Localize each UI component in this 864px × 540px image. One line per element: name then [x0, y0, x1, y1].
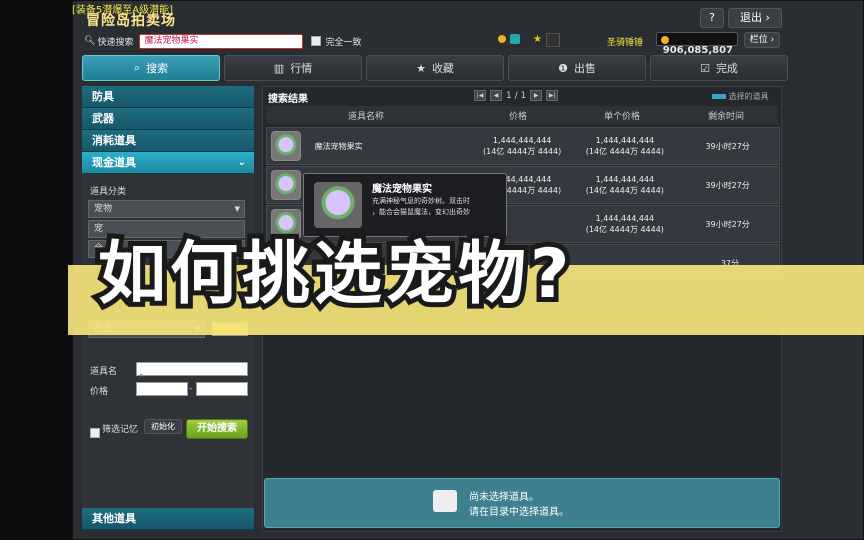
tab-complete[interactable]: ☑ 完成 — [650, 55, 788, 81]
item-category-dropdown[interactable]: 宠物 ▼ — [88, 200, 245, 218]
chart-icon: ▥ — [273, 61, 285, 75]
search-icon: ⌕ — [133, 61, 141, 74]
col-unit-price[interactable]: 单个价格 — [570, 109, 674, 122]
quick-search-label: 快速搜索 — [97, 37, 134, 48]
check-icon: ☑ — [700, 61, 710, 75]
category-consumable[interactable]: 消耗道具 — [82, 130, 254, 152]
main-tabs: ⌕ 搜索 ▥ 行情 ★ 收藏 ❶ 出售 ☑ 完成 — [82, 55, 788, 81]
box-icon — [433, 490, 457, 512]
item-name-label: 道具名 — [90, 367, 118, 377]
search-icon: ⌕ — [139, 371, 144, 380]
empty-line-1: 尚未选择道具。 — [469, 492, 539, 503]
next-page-button[interactable]: ▶ — [530, 90, 543, 101]
coin-icon: ❶ — [558, 61, 568, 75]
start-search-button[interactable]: 开始搜索 — [186, 419, 248, 439]
first-page-button[interactable]: |◀ — [474, 90, 486, 101]
col-time-left[interactable]: 剩余时间 — [674, 109, 778, 122]
table-row[interactable]: 魔法宠物果实 1,444,444,444 (14亿 4444万 4444) 1,4… — [266, 127, 780, 165]
pager: |◀ ◀ 1 / 1 ▶ ▶| — [474, 90, 559, 101]
gold-coin-icon — [498, 35, 506, 43]
quick-search-input[interactable]: 魔法宠物果实 — [139, 33, 304, 49]
category-armor[interactable]: 防具 — [82, 86, 254, 108]
empty-line-2: 请在目录中选择道具。 — [469, 507, 569, 518]
row-name: 魔法宠物果实 — [314, 141, 363, 151]
category-other[interactable]: 其他道具 — [82, 508, 254, 530]
selected-items-toggle[interactable]: 选择的道具 — [712, 91, 769, 102]
tab-sell[interactable]: ❶ 出售 — [508, 55, 646, 81]
mesos-display: 906,085,807 — [656, 32, 738, 56]
tab-favorites[interactable]: ★ 收藏 — [366, 55, 504, 81]
star-icon: ★ — [416, 61, 426, 75]
overlay-caption: 如何挑选宠物? — [93, 230, 574, 319]
item-category-label: 道具分类 — [90, 187, 127, 197]
storage-button[interactable]: 栏位 › — [744, 32, 780, 48]
prev-page-button[interactable]: ◀ — [490, 90, 502, 101]
maple-points-label: 圣骑锤锤 — [607, 38, 644, 48]
col-name[interactable]: 道具名称 — [266, 109, 466, 122]
category-cash[interactable]: 现金道具 ⌄ — [82, 152, 254, 174]
tooltip-line-2: ，能合会猫鼠魔法，变幻出奇妙 — [372, 208, 470, 216]
badge-slot-icon — [546, 33, 560, 47]
tab-search[interactable]: ⌕ 搜索 — [82, 55, 220, 81]
star-badge-icon: ★ — [533, 34, 542, 45]
col-price[interactable]: 价格 — [466, 109, 570, 122]
page-indicator: 1 / 1 — [506, 90, 527, 101]
quick-search-bar: 🔍︎ 快速搜索 魔法宠物果实 完全一致 — [84, 32, 361, 50]
price-max-input[interactable] — [196, 382, 248, 396]
filter-memory-label: 筛选记忆 — [102, 425, 139, 435]
search-icon: 🔍︎ — [84, 36, 96, 46]
reset-button[interactable]: 初始化 — [144, 419, 182, 434]
results-title: 搜索结果 — [268, 94, 308, 105]
item-name-input[interactable]: ⌕ — [136, 362, 248, 380]
meso-coin-icon — [661, 36, 669, 44]
window-title: 冒险岛拍卖场 — [86, 13, 176, 29]
chevron-down-icon: ▼ — [234, 205, 240, 213]
pet-fruit-icon — [271, 170, 301, 200]
exact-match-checkbox[interactable] — [311, 35, 325, 47]
category-weapon[interactable]: 武器 — [82, 108, 254, 130]
last-page-button[interactable]: ▶| — [546, 90, 559, 101]
pet-fruit-icon — [271, 131, 301, 161]
tooltip-line-1: 充满神秘气息的奇妙树。双击时 — [372, 197, 470, 205]
exact-match-label: 完全一致 — [325, 37, 362, 48]
exit-button[interactable]: 退出 › — [728, 8, 782, 28]
tooltip-title: 魔法宠物果实 — [372, 184, 432, 195]
results-column-header: 道具名称 价格 单个价格 剩余时间 — [266, 106, 778, 124]
tab-market[interactable]: ▥ 行情 — [224, 55, 362, 81]
help-button[interactable]: ? — [700, 8, 724, 28]
price-separator: - — [189, 384, 193, 394]
price-min-input[interactable] — [136, 382, 188, 396]
empty-selection-box: 尚未选择道具。 请在目录中选择道具。 — [264, 478, 780, 528]
heart-badge-icon — [510, 34, 520, 44]
chevron-down-icon: ⌄ — [237, 157, 246, 168]
price-label: 价格 — [90, 387, 109, 397]
